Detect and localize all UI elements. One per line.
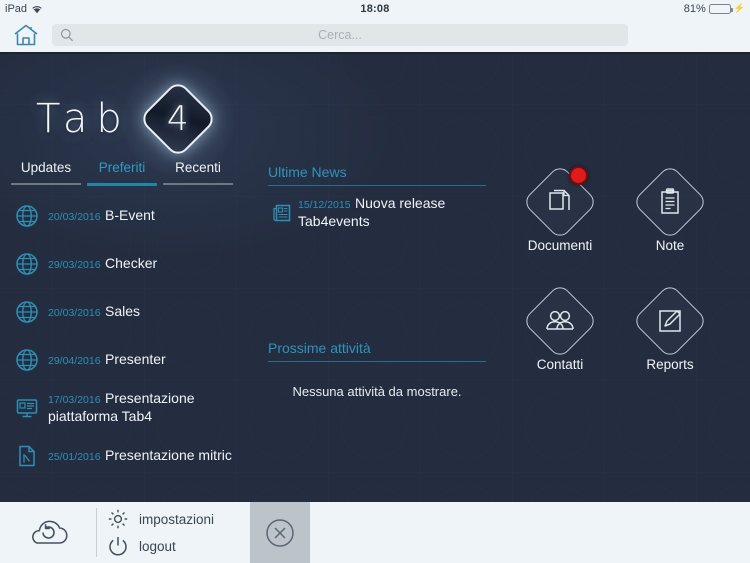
contacts-icon: [520, 281, 600, 361]
favorites-list: 20/03/2016 B-Event 29/03/2016 Checker 20…: [0, 192, 250, 480]
tab-updates[interactable]: Updates: [8, 160, 84, 186]
documents-icon: [520, 162, 600, 242]
list-item[interactable]: 17/03/2016 Presentazione piattaforma Tab…: [0, 384, 250, 432]
status-bar: iPad 18:08 81% ⚡: [0, 0, 750, 17]
list-item-date: 17/03/2016: [48, 394, 101, 406]
documenti-badge: [569, 166, 588, 185]
globe-icon: [10, 348, 44, 372]
search-placeholder: Cerca...: [318, 27, 362, 42]
module-reports[interactable]: Reports: [615, 281, 725, 372]
list-item[interactable]: 20/03/2016 Sales: [0, 288, 250, 336]
cloud-refresh-icon: [24, 516, 72, 550]
module-note[interactable]: Note: [615, 162, 725, 253]
status-bar-right: 81% ⚡: [684, 3, 745, 15]
ipad-app-window: iPad 18:08 81% ⚡ Cerca... Tab 4 Updates …: [0, 0, 750, 563]
activities-empty-message: Nessuna attività da mostrare.: [292, 384, 462, 399]
tab-preferiti[interactable]: Preferiti: [84, 160, 160, 186]
tab-recenti-label: Recenti: [175, 160, 221, 175]
lightning-bolt-icon: ⚡: [733, 3, 745, 13]
home-button[interactable]: [0, 17, 52, 52]
tab-recenti[interactable]: Recenti: [160, 160, 236, 186]
home-icon: [13, 23, 39, 47]
main-stage: Tab 4 Updates Preferiti Recenti 20/03/20…: [0, 52, 750, 502]
pdf-file-icon: [10, 444, 44, 468]
list-item-date: 20/03/2016: [48, 307, 101, 319]
list-item-date: 25/01/2016: [48, 451, 101, 463]
list-item-date: 29/03/2016: [48, 259, 101, 271]
list-item[interactable]: 20/03/2016 B-Event: [0, 192, 250, 240]
top-search-bar: Cerca...: [0, 17, 750, 52]
globe-icon: [10, 300, 44, 324]
bottom-toolbar: impostazioni logout: [0, 502, 750, 563]
list-item-title: Sales: [105, 303, 141, 319]
activities-section-divider: [268, 361, 486, 362]
stage-top-divider: [0, 52, 750, 54]
clipboard-icon: [630, 162, 710, 242]
tab-preferiti-label: Preferiti: [98, 160, 146, 175]
newspaper-icon: [268, 202, 298, 224]
tab-bar: Updates Preferiti Recenti: [8, 160, 236, 186]
logo-wordmark: Tab: [36, 96, 131, 142]
app-logo: Tab 4: [36, 59, 238, 179]
settings-label: impostazioni: [139, 511, 215, 527]
list-item-title: Presentazione mitric: [105, 447, 232, 463]
tab-updates-label: Updates: [20, 160, 72, 175]
logout-button[interactable]: logout: [97, 533, 250, 560]
list-item-date: 29/04/2016: [48, 355, 101, 367]
list-item-title: B-Event: [105, 207, 155, 223]
list-item-date: 20/03/2016: [48, 211, 101, 223]
module-contatti[interactable]: Contatti: [505, 281, 615, 372]
news-section-divider: [268, 185, 486, 186]
logo-diamond-badge: 4: [117, 59, 238, 179]
list-item[interactable]: 29/04/2016 Presenter: [0, 336, 250, 384]
presentation-icon: [10, 396, 44, 420]
list-item[interactable]: 25/01/2016 Presentazione mitric: [0, 432, 250, 480]
module-grid: Documenti Note Contatti Reports: [505, 162, 750, 372]
globe-icon: [10, 252, 44, 276]
close-button[interactable]: [250, 502, 310, 563]
activities-section-title: Prossime attività: [268, 340, 371, 356]
power-icon: [97, 535, 139, 557]
list-item-title: Presenter: [105, 351, 166, 367]
module-documenti[interactable]: Documenti: [505, 162, 615, 253]
activities-section: Prossime attività Nessuna attività da mo…: [268, 340, 498, 399]
list-item-title: Checker: [105, 255, 158, 271]
logo-number: 4: [166, 99, 189, 139]
search-input[interactable]: Cerca...: [52, 23, 628, 46]
logout-label: logout: [139, 538, 176, 554]
settings-button[interactable]: impostazioni: [97, 506, 250, 533]
close-circle-icon: [263, 516, 297, 550]
battery-icon: [708, 3, 733, 14]
news-item[interactable]: 15/12/2015 Nuova release Tab4events: [268, 195, 498, 231]
gear-icon: [97, 508, 139, 530]
toolbar-empty-area: [310, 502, 750, 563]
news-item-date: 15/12/2015: [298, 199, 351, 211]
news-section-title: Ultime News: [268, 164, 347, 180]
news-section: Ultime News 15/12/2015 Nuova release Tab…: [268, 164, 498, 231]
toolbar-menu: impostazioni logout: [97, 502, 250, 563]
list-item[interactable]: 29/03/2016 Checker: [0, 240, 250, 288]
clock-label: 18:08: [360, 2, 390, 15]
sync-button[interactable]: [0, 502, 96, 563]
battery-percent-label: 81%: [683, 2, 706, 15]
globe-icon: [10, 204, 44, 228]
edit-square-icon: [630, 281, 710, 361]
